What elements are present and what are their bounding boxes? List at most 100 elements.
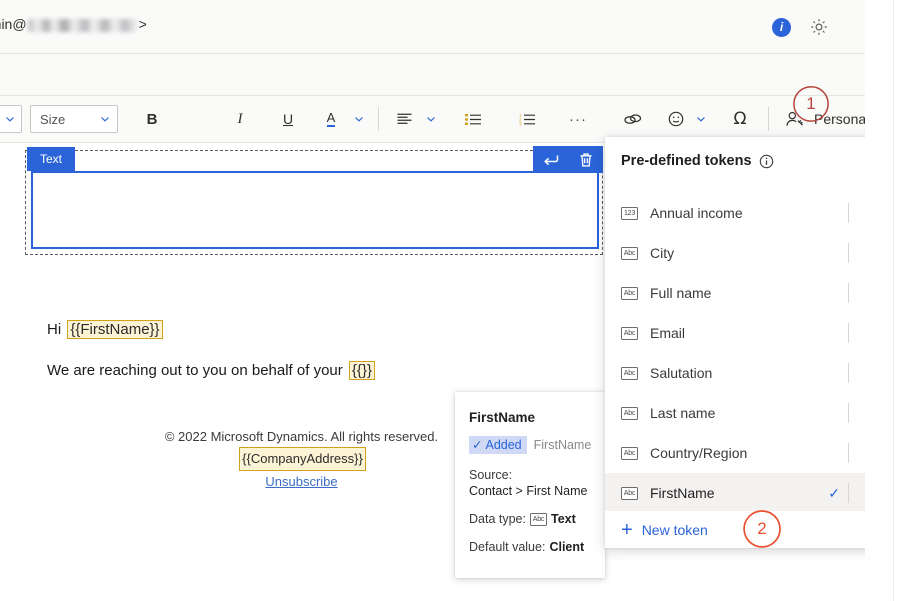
gear-icon[interactable] xyxy=(809,17,829,37)
personalization-icon xyxy=(786,111,805,127)
formatting-toolbar: Size B I U A 1 2 3 xyxy=(0,96,865,143)
font-size-label: Size xyxy=(40,112,65,127)
tokens-panel-title: Pre-defined tokens xyxy=(621,153,752,169)
token-list-item[interactable]: AbcEmail xyxy=(605,313,893,353)
token-list-item[interactable]: Abc Country/Region xyxy=(605,433,893,473)
link-button[interactable] xyxy=(619,105,647,133)
text-block-editor[interactable] xyxy=(31,171,599,249)
italic-button[interactable]: I xyxy=(226,105,254,133)
number-type-icon: 123 xyxy=(621,207,638,220)
token-list-item[interactable]: Abc Full name xyxy=(605,273,893,313)
default-value: Client xyxy=(549,540,584,554)
chevron-down-icon xyxy=(354,114,364,124)
tokens-panel-header: Pre-defined tokens xyxy=(605,137,893,169)
predefined-tokens-panel: Pre-defined tokens 123 Annual income AbcCi… xyxy=(605,137,893,548)
token-card-added-row: ✓Added FirstName xyxy=(469,436,605,454)
row-divider xyxy=(848,203,849,223)
undo-arrow-icon[interactable] xyxy=(541,150,561,170)
token-card-title: FirstName xyxy=(469,410,605,425)
abc-type-icon: Abc xyxy=(621,487,638,500)
emoji-icon xyxy=(668,111,684,127)
abc-type-icon: Abc xyxy=(621,287,638,300)
align-button[interactable] xyxy=(390,105,418,133)
body-line-1: Hi {{FirstName}} xyxy=(47,320,163,339)
company-address-token-chip[interactable]: {{CompanyAddress}} xyxy=(239,447,366,470)
abc-type-icon: Abc xyxy=(621,407,638,420)
row-divider xyxy=(848,283,849,303)
token-list-item[interactable]: AbcCity xyxy=(605,233,893,273)
tokens-list[interactable]: 123Annual incomeAbcCityAbcFull nameAbcEm… xyxy=(605,193,893,511)
row-divider xyxy=(848,243,849,263)
bulleted-list-button[interactable] xyxy=(459,105,487,133)
token-item-label: Full name xyxy=(650,285,848,301)
font-family-dropdown[interactable] xyxy=(0,105,22,133)
body-line-1-text: Hi xyxy=(47,321,65,338)
from-address-suffix: > xyxy=(139,16,147,32)
abc-type-icon: Abc xyxy=(621,447,638,460)
emoji-button[interactable] xyxy=(662,105,690,133)
token-detail-card: FirstName ✓Added FirstName Source: Conta… xyxy=(455,392,605,578)
email-subject-row[interactable]: ject xyxy=(0,54,865,96)
numbered-list-icon: 1 2 3 xyxy=(519,113,535,126)
source-label: Source: xyxy=(469,468,605,482)
chevron-down-icon xyxy=(426,114,436,124)
token-item-label: Country/Region xyxy=(650,445,848,461)
info-circle-icon[interactable] xyxy=(759,154,774,169)
bulleted-list-icon xyxy=(465,113,481,126)
row-divider xyxy=(848,403,849,423)
align-left-icon xyxy=(397,113,412,126)
data-type-label: Data type: xyxy=(469,512,526,526)
font-size-dropdown[interactable]: Size xyxy=(30,105,118,133)
token-item-label: Salutation xyxy=(650,365,848,381)
font-color-dropdown[interactable] xyxy=(345,105,373,133)
source-value: Contact > First Name xyxy=(469,484,605,498)
body-line-2: We are reaching out to you on behalf of … xyxy=(47,361,375,380)
trash-icon[interactable] xyxy=(576,150,596,170)
unsubscribe-link[interactable]: Unsubscribe xyxy=(265,474,337,489)
token-list-item[interactable]: AbcFirstName✓ xyxy=(605,473,893,511)
added-token-name: FirstName xyxy=(534,438,592,452)
added-badge: ✓Added xyxy=(469,436,527,454)
added-check-icon: ✓ xyxy=(472,437,482,452)
info-icon[interactable]: i xyxy=(772,18,791,37)
new-token-label: New token xyxy=(642,522,708,538)
block-action-bar xyxy=(533,146,603,173)
firstname-token-chip[interactable]: {{FirstName}} xyxy=(67,320,162,339)
font-color-button[interactable]: A xyxy=(317,105,345,133)
gutter-divider xyxy=(893,0,894,601)
token-item-label: Email xyxy=(650,325,848,341)
empty-token-chip[interactable]: {{}} xyxy=(349,361,375,380)
header-icon-group: i xyxy=(772,17,829,37)
block-type-badge[interactable]: Text xyxy=(27,147,75,171)
abc-type-icon: Abc xyxy=(621,367,638,380)
from-address: dmin@ > xyxy=(0,16,147,32)
body-line-2-text: We are reaching out to you on behalf of … xyxy=(47,362,347,379)
from-address-prefix: dmin@ xyxy=(0,16,27,32)
chevron-down-icon xyxy=(5,114,15,124)
underline-button[interactable]: U xyxy=(274,105,302,133)
plus-icon: + xyxy=(621,520,633,540)
token-item-label: Last name xyxy=(650,405,848,421)
numbered-list-button[interactable]: 1 2 3 xyxy=(513,105,541,133)
text-block-wrapper[interactable] xyxy=(25,150,603,255)
new-token-button[interactable]: + New token xyxy=(605,511,893,548)
token-list-item[interactable]: Abc Last name xyxy=(605,393,893,433)
app-root: dmin@ > i ject Size B I U A xyxy=(0,0,900,601)
link-icon xyxy=(624,113,642,126)
special-character-button[interactable]: Ω xyxy=(726,105,754,133)
align-dropdown[interactable] xyxy=(417,105,445,133)
row-divider xyxy=(848,363,849,383)
data-type-value: Text xyxy=(551,512,576,526)
row-divider xyxy=(848,483,849,503)
token-list-item[interactable]: 123 Annual income xyxy=(605,193,893,233)
more-options-button[interactable]: ··· xyxy=(564,105,592,133)
token-list-item[interactable]: Abc Salutation xyxy=(605,353,893,393)
data-type-row: Data type: Abc Text xyxy=(469,512,605,526)
bold-button[interactable]: B xyxy=(138,105,166,133)
default-value-row: Default value: Client xyxy=(469,540,605,554)
token-item-label: Annual income xyxy=(650,205,848,221)
redacted-domain xyxy=(28,19,138,32)
emoji-dropdown[interactable] xyxy=(687,105,715,133)
selected-check-icon: ✓ xyxy=(828,485,840,502)
toolbar-divider xyxy=(768,107,769,131)
